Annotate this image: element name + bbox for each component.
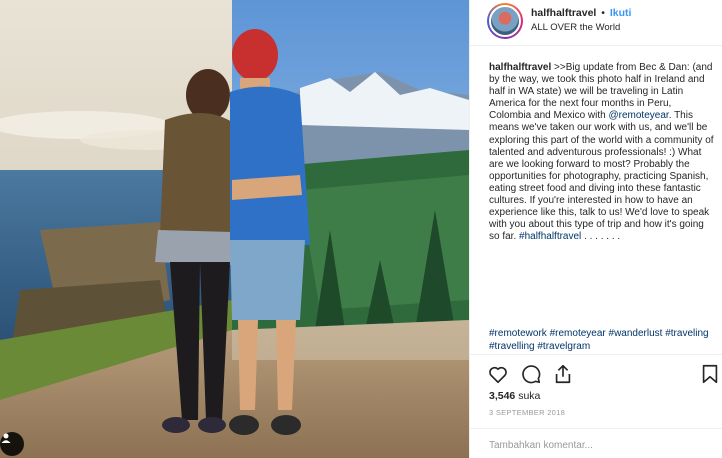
hashtag-link[interactable]: #travelling bbox=[489, 341, 535, 352]
caption-text-2: . This means we've taken our work with u… bbox=[489, 110, 714, 243]
caption-trail: . . . . . . . bbox=[581, 231, 621, 243]
hashtag-link[interactable]: #remotework bbox=[489, 328, 547, 339]
likes-label: suka bbox=[518, 390, 541, 402]
likes-number: 3,546 bbox=[489, 390, 516, 402]
hashtag-link[interactable]: #remoteyear bbox=[550, 328, 606, 339]
hashtag-link[interactable]: #wanderlust bbox=[609, 328, 663, 339]
post-date[interactable]: 3 SEPTEMBER 2018 bbox=[489, 408, 565, 417]
username-link[interactable]: halfhalftravel bbox=[531, 7, 596, 19]
photo-illustration bbox=[0, 0, 469, 458]
follow-button[interactable]: Ikuti bbox=[610, 7, 632, 19]
separator-dot: • bbox=[601, 7, 605, 19]
post-caption: halfhalftravel >>Big update from Bec & D… bbox=[489, 62, 715, 243]
comment-input[interactable]: Tambahkan komentar... bbox=[470, 428, 722, 458]
hashtag-link[interactable]: #travelgram bbox=[537, 341, 590, 352]
bookmark-icon[interactable] bbox=[699, 363, 721, 385]
share-icon[interactable] bbox=[552, 363, 574, 385]
comment-icon[interactable] bbox=[520, 363, 542, 385]
tag-user-button[interactable] bbox=[0, 432, 24, 456]
post-details-panel: halfhalftravel • Ikuti ALL OVER the Worl… bbox=[469, 0, 722, 458]
hashtag-list: #remotework #remoteyear #wanderlust #tra… bbox=[489, 328, 715, 354]
caption-hashtag[interactable]: #halfhalftravel bbox=[519, 231, 581, 242]
avatar[interactable] bbox=[487, 3, 523, 39]
post-header: halfhalftravel • Ikuti ALL OVER the Worl… bbox=[470, 0, 722, 46]
user-tag-icon bbox=[1, 433, 11, 443]
location-link[interactable]: ALL OVER the World bbox=[531, 22, 620, 33]
likes-count[interactable]: 3,546 suka bbox=[489, 390, 540, 402]
header-user-line: halfhalftravel • Ikuti bbox=[531, 7, 631, 19]
post-actions: 3,546 suka 3 SEPTEMBER 2018 bbox=[470, 354, 722, 430]
comment-placeholder: Tambahkan komentar... bbox=[489, 440, 593, 451]
heart-icon[interactable] bbox=[487, 363, 509, 385]
hashtag-link[interactable]: #traveling bbox=[665, 328, 708, 339]
mention-link[interactable]: @remoteyear bbox=[609, 110, 669, 121]
caption-username[interactable]: halfhalftravel bbox=[489, 62, 551, 73]
post-photo[interactable] bbox=[0, 0, 469, 458]
